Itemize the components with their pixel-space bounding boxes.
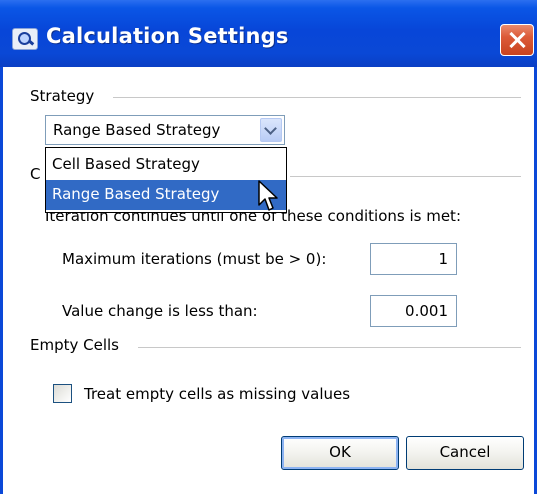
strategy-divider: [113, 97, 521, 98]
ok-button[interactable]: OK: [281, 436, 399, 470]
app-icon: [12, 28, 38, 50]
empty-cells-group-label: Empty Cells: [30, 336, 119, 354]
strategy-select-value: Range Based Strategy: [53, 121, 221, 139]
empty-cells-divider: [138, 347, 521, 348]
strategy-dropdown-list[interactable]: Cell Based Strategy Range Based Strategy: [45, 147, 287, 213]
chevron-down-icon[interactable]: [260, 118, 282, 142]
window-title: Calculation Settings: [46, 24, 289, 48]
strategy-select[interactable]: Range Based Strategy: [45, 115, 285, 145]
close-button[interactable]: [500, 24, 534, 56]
treat-empty-cells-checkbox[interactable]: [53, 384, 72, 403]
treat-empty-cells-label[interactable]: Treat empty cells as missing values: [84, 385, 350, 403]
strategy-group-label: Strategy: [30, 87, 95, 105]
value-change-field[interactable]: 0.001: [370, 295, 457, 327]
strategy-option-range-based[interactable]: Range Based Strategy: [46, 180, 286, 210]
strategy-option-cell-based[interactable]: Cell Based Strategy: [46, 150, 286, 180]
cancel-button[interactable]: Cancel: [406, 436, 524, 470]
max-iterations-field[interactable]: 1: [370, 243, 457, 275]
convergence-group-label: C: [30, 165, 41, 183]
mouse-cursor-icon: [258, 180, 278, 211]
max-iterations-value: 1: [438, 250, 448, 268]
value-change-label: Value change is less than:: [62, 302, 258, 320]
title-bar[interactable]: Calculation Settings: [0, 0, 537, 67]
value-change-value: 0.001: [405, 302, 448, 320]
convergence-divider: [290, 176, 521, 177]
max-iterations-label: Maximum iterations (must be > 0):: [62, 250, 327, 268]
